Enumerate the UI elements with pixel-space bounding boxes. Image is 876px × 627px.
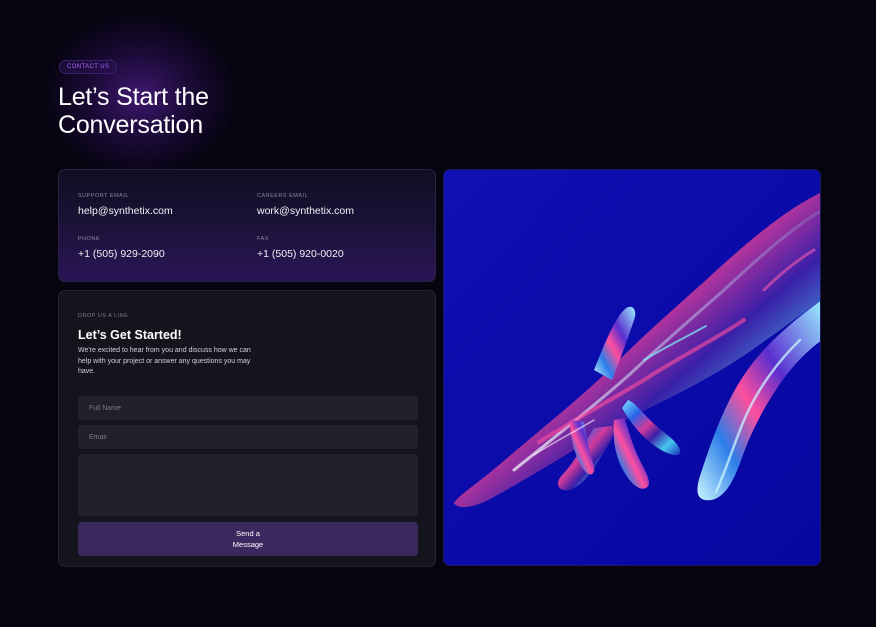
phone-link[interactable]: +1 (505) 929-2090 (78, 248, 165, 260)
form-eyebrow: DROP US A LINE (78, 313, 129, 319)
section-badge-label: CONTACT US (67, 64, 110, 70)
phone-block: PHONE +1 (505) 929-2090 (78, 236, 165, 260)
hero-image-card (443, 169, 821, 566)
email-field[interactable] (78, 425, 418, 449)
page-title: Let’s Start the Conversation (58, 83, 209, 139)
iridescent-hand-icon (444, 170, 820, 565)
form-title: Let’s Get Started! (78, 328, 182, 342)
form-description: We're excited to hear from you and discu… (78, 347, 251, 375)
fax-value: +1 (505) 920-0020 (257, 248, 344, 260)
careers-email-label: CAREERS EMAIL (257, 193, 309, 199)
support-email-label: SUPPORT EMAIL (78, 193, 129, 199)
phone-label: PHONE (78, 236, 101, 242)
send-message-button[interactable]: Send a Message (78, 522, 418, 556)
support-email-link[interactable]: help@synthetix.com (78, 205, 173, 217)
support-email-block: SUPPORT EMAIL help@synthetix.com (78, 193, 173, 217)
full-name-field[interactable] (78, 396, 418, 420)
contact-page: CONTACT US Let’s Start the Conversation … (0, 0, 876, 627)
send-message-label: Send a Message (232, 529, 264, 549)
careers-email-link[interactable]: work@synthetix.com (257, 205, 354, 217)
fax-block: FAX +1 (505) 920-0020 (257, 236, 344, 260)
careers-email-block: CAREERS EMAIL work@synthetix.com (257, 193, 354, 217)
message-field[interactable] (78, 454, 418, 516)
contact-form-card: DROP US A LINE Let’s Get Started! We're … (58, 290, 436, 567)
contact-info-card: SUPPORT EMAIL help@synthetix.com CAREERS… (58, 169, 436, 282)
fax-label: FAX (257, 236, 269, 242)
section-badge: CONTACT US (59, 60, 118, 74)
